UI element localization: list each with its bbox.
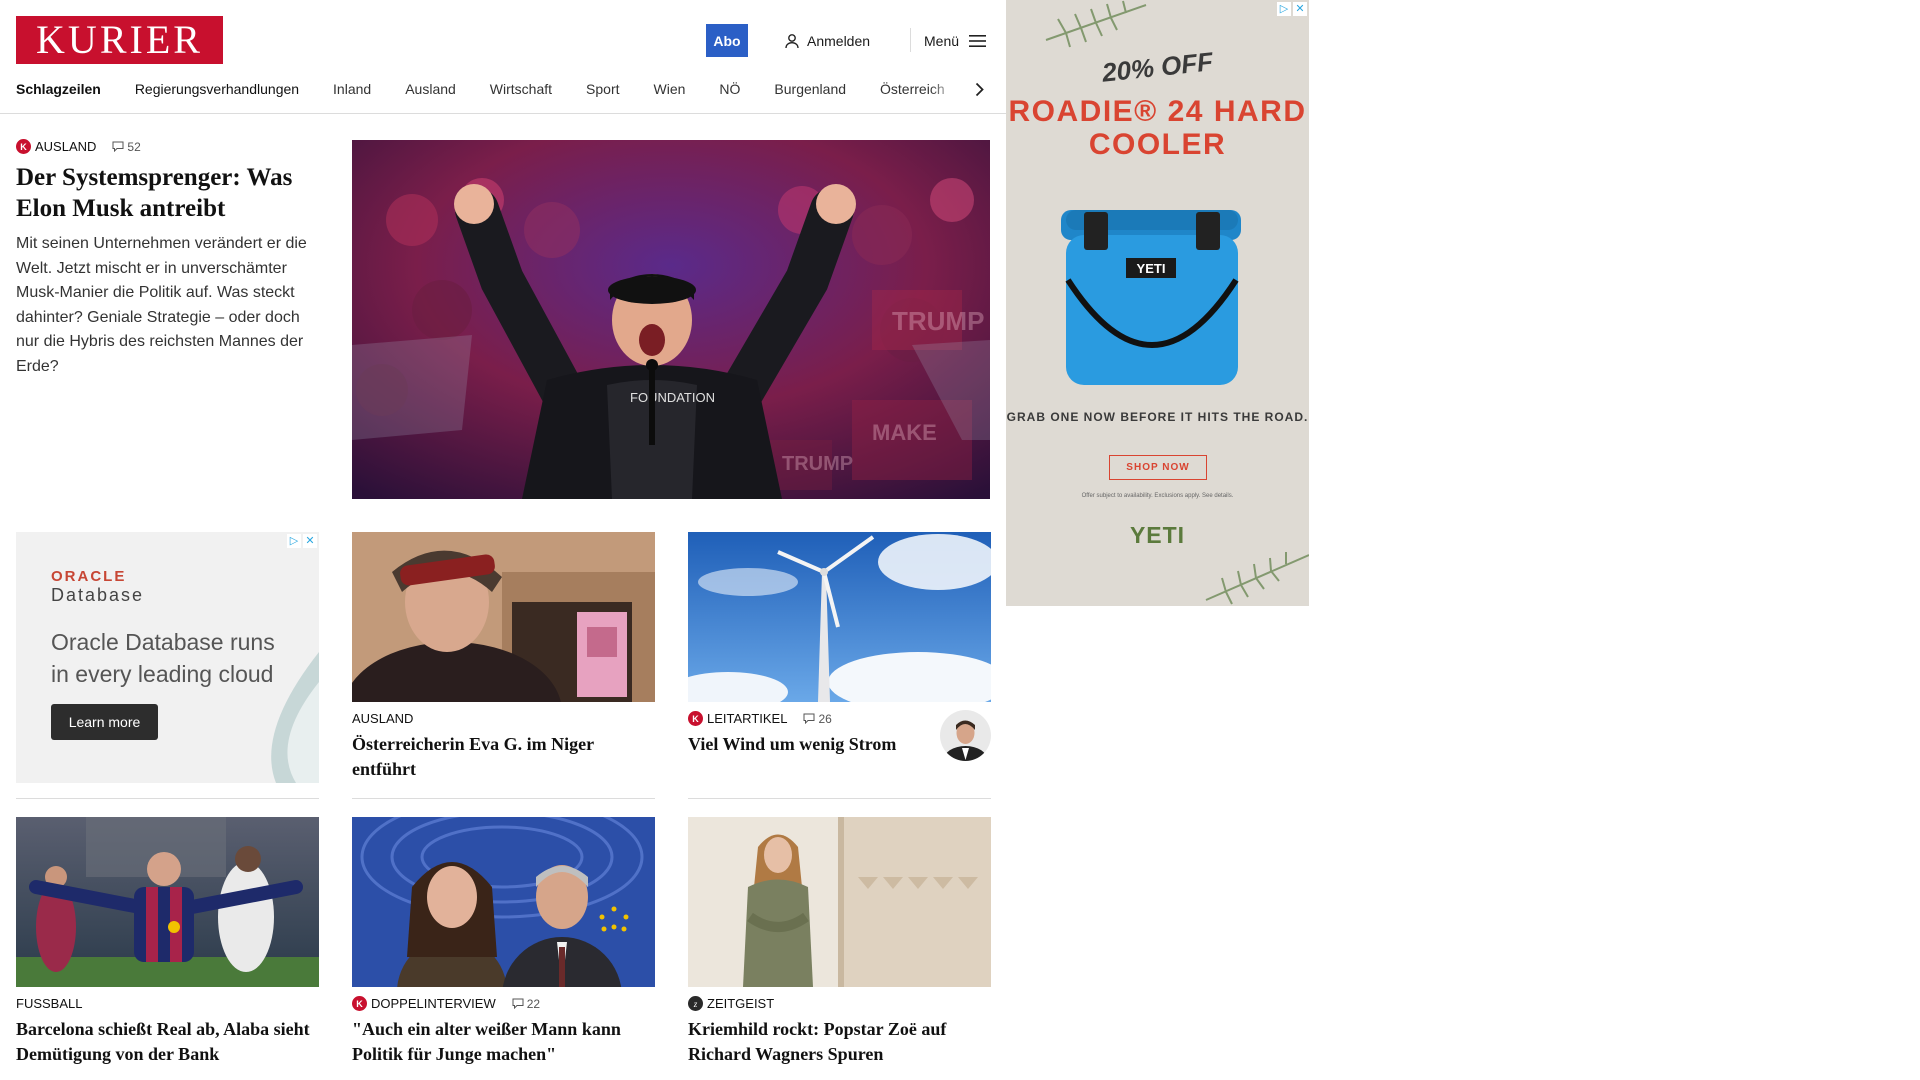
card-meta: AUSLAND [352, 711, 655, 726]
login-label: Anmelden [807, 32, 871, 49]
chevron-right-icon [975, 82, 984, 96]
lead-meta: K AUSLAND 52 [16, 139, 322, 154]
article-image[interactable] [16, 817, 319, 987]
lead-image[interactable]: TRUMP MAKE TRUMP FOUNDATION [352, 140, 990, 499]
lead-title[interactable]: Der Systemsprenger: Was Elon Musk antrei… [16, 162, 322, 224]
kurier-plus-icon: K [688, 711, 703, 726]
author-avatar[interactable] [940, 710, 991, 761]
card-title[interactable]: Barcelona schießt Real ab, Alaba sieht D… [16, 1017, 319, 1066]
card-divider [16, 798, 319, 799]
svg-text:TRUMP: TRUMP [782, 453, 853, 475]
svg-text:TRUMP: TRUMP [892, 306, 984, 336]
user-icon [785, 33, 799, 48]
lead-category: AUSLAND [35, 139, 97, 154]
nav-item-regierungsverhandlungen[interactable]: Regierungsverhandlungen [135, 81, 299, 97]
menu-label: Menü [924, 32, 960, 49]
comment-icon [512, 998, 524, 1009]
card-comments[interactable]: 22 [512, 997, 540, 1011]
article-image[interactable] [688, 532, 991, 702]
card-meta: z ZEITGEIST [688, 996, 991, 1011]
lead-comment-count: 52 [127, 139, 141, 154]
ad-choices[interactable]: ▷ ✕ [1277, 2, 1307, 16]
yeti-shop-button[interactable]: SHOP NOW [1109, 455, 1207, 480]
oracle-logo: ORACLE [51, 568, 127, 585]
zeitgeist-icon: z [688, 996, 703, 1011]
nav-item-inland[interactable]: Inland [333, 81, 371, 97]
article-image[interactable] [688, 817, 991, 987]
abo-button[interactable]: Abo [706, 24, 748, 57]
nav-scroll-right-button[interactable] [968, 77, 990, 101]
card-category: ZEITGEIST [707, 996, 775, 1011]
article-card-barcelona[interactable]: FUSSBALL Barcelona schießt Real ab, Alab… [16, 817, 319, 1066]
nav-item-sport[interactable]: Sport [586, 81, 619, 97]
lead-teaser: Mit seinen Unternehmen verändert er die … [16, 235, 307, 375]
menu-button[interactable]: Menü [924, 24, 987, 57]
card-category: FUSSBALL [16, 996, 83, 1011]
kurier-logo[interactable]: KURIER [16, 16, 223, 64]
card-meta: K DOPPELINTERVIEW 22 [352, 996, 655, 1011]
oracle-product: Database [51, 585, 145, 605]
card-title[interactable]: Kriemhild rockt: Popstar Zoë auf Richard… [688, 1017, 991, 1066]
card-category: DOPPELINTERVIEW [371, 996, 496, 1011]
article-card-doppelinterview[interactable]: K DOPPELINTERVIEW 22 "Auch ein alter wei… [352, 817, 655, 1066]
close-icon[interactable]: ✕ [1293, 2, 1307, 16]
svg-text:MAKE: MAKE [872, 420, 937, 445]
article-card-wind[interactable]: K LEITARTIKEL 26 Viel Wind um wenig Stro… [688, 532, 991, 761]
article-card-zeitgeist[interactable]: z ZEITGEIST Kriemhild rockt: Popstar Zoë… [688, 817, 991, 1066]
comment-icon [112, 141, 124, 152]
lead-story[interactable]: K AUSLAND 52 Der Systemsprenger: Was Elo… [16, 139, 322, 379]
card-divider [352, 798, 655, 799]
yeti-logo: YETI [1129, 522, 1186, 548]
yeti-ad[interactable]: YETI ▷ ✕ 20% OFF ROADIE® 24 HARD COOLER … [1006, 0, 1309, 606]
card-category: AUSLAND [352, 711, 414, 726]
hamburger-icon [969, 34, 987, 47]
card-title[interactable]: Österreicherin Eva G. im Niger entführt [352, 732, 655, 781]
section-nav: Schlagzeilen Regierungsverhandlungen Inl… [16, 78, 982, 100]
nav-item-wien[interactable]: Wien [654, 81, 686, 97]
card-comment-count: 22 [526, 996, 541, 1011]
article-card-niger[interactable]: AUSLAND Österreicherin Eva G. im Niger e… [352, 532, 655, 781]
article-image[interactable] [352, 532, 655, 702]
nav-item-schlagzeilen[interactable]: Schlagzeilen [16, 81, 101, 97]
ad-choices-icon[interactable]: ▷ [1277, 2, 1291, 16]
learn-more-button[interactable]: Learn more [51, 704, 158, 740]
shirt-text: FOUNDATION [630, 390, 715, 405]
ad-choices[interactable]: ▷ ✕ [287, 534, 317, 548]
card-category: LEITARTIKEL [707, 711, 788, 726]
kurier-plus-icon: K [352, 996, 367, 1011]
comment-icon [803, 713, 815, 724]
nav-item-ausland[interactable]: Ausland [405, 81, 456, 97]
site-header: KURIER Abo Anmelden Menü Schlagzeilen Re… [0, 0, 1006, 114]
nav-item-burgenland[interactable]: Burgenland [774, 81, 846, 97]
yeti-fine-print: Offer subject to availability. Exclusion… [1081, 493, 1234, 499]
oracle-headline: Oracle Database runs in every leading cl… [51, 629, 275, 687]
article-image[interactable] [352, 817, 655, 987]
card-title[interactable]: "Auch ein alter weißer Mann kann Politik… [352, 1017, 655, 1066]
card-divider [688, 798, 991, 799]
nav-item-wirtschaft[interactable]: Wirtschaft [490, 81, 552, 97]
card-meta: FUSSBALL [16, 996, 319, 1011]
logo-text: KURIER [36, 17, 203, 62]
nav-fade [930, 76, 970, 102]
oracle-ad[interactable]: ▷ ✕ ORACLE Database Oracle Database runs… [16, 532, 319, 783]
cooler-label: YETI [1137, 261, 1166, 276]
close-icon[interactable]: ✕ [303, 534, 317, 548]
lead-comments[interactable]: 52 [112, 139, 141, 154]
card-comments[interactable]: 26 [803, 711, 832, 726]
login-button[interactable]: Anmelden [784, 24, 870, 57]
yeti-cta: GRAB ONE NOW BEFORE IT HITS THE ROAD. [1006, 410, 1309, 424]
ad-choices-icon[interactable]: ▷ [287, 534, 301, 548]
yeti-title: ROADIE® 24 HARD COOLER [1008, 95, 1307, 161]
kurier-plus-icon: K [16, 139, 31, 154]
card-comment-count: 26 [818, 711, 832, 726]
header-divider [910, 28, 911, 52]
nav-item-noe[interactable]: NÖ [719, 81, 740, 97]
